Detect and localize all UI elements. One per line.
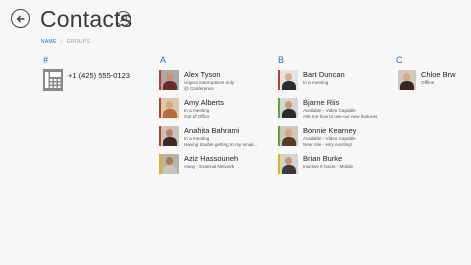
avatar: [278, 126, 298, 146]
contact-tile[interactable]: Bonnie Kearney Available - Video Capable…: [278, 126, 356, 148]
contact-name: Alex Tyson: [184, 70, 221, 79]
group-header-c[interactable]: C: [396, 55, 403, 65]
contact-name: Chloe Brw: [421, 70, 456, 79]
contact-tile[interactable]: Brian Burke Inactive 6 hours - Mobile: [278, 154, 353, 174]
contact-tile[interactable]: Aziz Hassouneh Away - External Network: [159, 154, 238, 174]
contact-status: Offline: [421, 79, 435, 85]
contact-note: Ask me how to use our new features: [303, 114, 378, 120]
group-header-b[interactable]: B: [278, 55, 284, 65]
contact-status: Inactive 6 hours - Mobile: [303, 163, 354, 169]
view-tabs: NAME / GROUPS: [41, 39, 90, 45]
back-arrow-icon: [16, 15, 24, 22]
contact-tile[interactable]: Bjarne Riis Available - Video Capable As…: [278, 98, 377, 120]
group-header-a[interactable]: A: [160, 55, 166, 65]
avatar: [278, 154, 298, 174]
avatar: [396, 70, 416, 90]
tab-groups[interactable]: GROUPS: [67, 39, 90, 45]
contact-tile[interactable]: Bart Duncan In a meeting: [278, 70, 345, 90]
contact-note: @ Conference: [184, 86, 214, 92]
tab-separator: /: [60, 39, 63, 45]
phone-icon[interactable]: [43, 69, 63, 91]
tab-name[interactable]: NAME: [41, 39, 57, 45]
contact-status: In a meeting: [184, 135, 210, 141]
contact-tile[interactable]: Anahita Bahrami In a meeting Having trou…: [159, 126, 257, 148]
contact-name: Bonnie Kearney: [303, 126, 357, 135]
contact-name: Bart Duncan: [303, 70, 345, 79]
search-button[interactable]: [116, 11, 131, 26]
avatar: [278, 98, 298, 118]
avatar: [159, 70, 179, 90]
contact-status: Available - Video Capable: [303, 107, 356, 113]
contact-tile[interactable]: Chloe Brw Offline: [396, 70, 456, 90]
avatar: [159, 126, 179, 146]
telephone-glyph: [45, 72, 61, 88]
group-header-hash[interactable]: #: [43, 55, 48, 65]
contact-name: Brian Burke: [303, 154, 343, 163]
contact-name: Amy Alberts: [184, 98, 225, 107]
phone-number[interactable]: +1 (425) 555-0123: [68, 71, 130, 80]
contact-name: Aziz Hassouneh: [184, 154, 239, 163]
avatar: [278, 70, 298, 90]
contact-name: Bjarne Riis: [303, 98, 340, 107]
contact-name: Anahita Bahrami: [184, 126, 240, 135]
contact-note: New role - very exciting!: [303, 142, 353, 148]
contact-status: Away - External Network: [184, 163, 235, 169]
contact-tile[interactable]: Alex Tyson Urgent interruptions only @ C…: [159, 70, 234, 92]
contact-note: Out of Office: [184, 114, 210, 120]
contact-status: In a meeting: [184, 107, 210, 113]
contact-tile[interactable]: Amy Alberts In a meeting Out of Office: [159, 98, 224, 120]
avatar: [159, 154, 179, 174]
contact-status: Available - Video Capable: [303, 135, 356, 141]
avatar: [159, 98, 179, 118]
contact-status: Urgent interruptions only: [184, 79, 235, 85]
contact-note: Having trouble getting to my email...: [184, 142, 258, 148]
back-button[interactable]: [11, 9, 30, 28]
contact-status: In a meeting: [303, 79, 329, 85]
search-icon: [120, 15, 127, 22]
